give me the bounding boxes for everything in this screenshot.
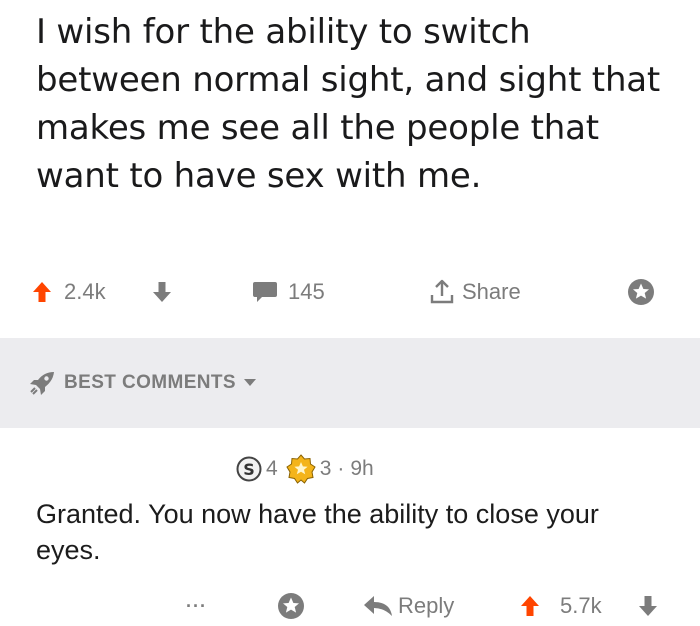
more-options-button[interactable]: ···: [186, 586, 207, 626]
comment-action-bar: ··· Reply 5.7k: [0, 586, 700, 626]
comment-count: 145: [288, 279, 325, 304]
arrow-up-icon: [33, 282, 51, 302]
silver-award: S: [236, 456, 262, 482]
reply-arrow-icon: [364, 596, 392, 616]
comment-card: S 4 3 · 9h Granted. You now have the abi…: [0, 428, 700, 625]
gold-award-count: 3: [319, 457, 332, 480]
comment-upvote-button[interactable]: [520, 586, 540, 626]
save-icon: [278, 593, 304, 619]
comments-button[interactable]: 145: [252, 272, 325, 312]
sort-dropdown[interactable]: BEST COMMENTS: [28, 366, 256, 400]
downvote-button[interactable]: [152, 272, 172, 312]
post-title: I wish for the ability to switch between…: [36, 12, 661, 196]
share-button[interactable]: Share: [428, 272, 521, 312]
post-score: 2.4k: [64, 279, 106, 304]
upvote-button[interactable]: [32, 272, 52, 312]
post-card: I wish for the ability to switch between…: [0, 0, 700, 338]
save-icon: [628, 279, 654, 305]
comment-meta: S 4 3 · 9h: [236, 454, 374, 484]
arrow-down-icon: [153, 282, 171, 302]
save-button[interactable]: [626, 272, 656, 312]
svg-text:S: S: [243, 460, 255, 479]
silver-award-count: 4: [266, 457, 278, 480]
meta-separator: ·: [337, 457, 345, 480]
comment-bubble-icon: [253, 282, 277, 302]
sort-label: BEST COMMENTS: [64, 372, 236, 393]
share-icon: [430, 279, 454, 304]
comment-age: 9h: [350, 457, 374, 480]
chevron-down-icon: [243, 379, 256, 386]
arrow-up-icon: [521, 596, 539, 616]
post-action-bar: 2.4k 145 Share: [0, 272, 700, 312]
comment-downvote-button[interactable]: [638, 586, 658, 626]
reply-button[interactable]: Reply: [362, 586, 454, 626]
comment-score: 5.7k: [560, 593, 602, 618]
comment-save-button[interactable]: [276, 586, 306, 626]
arrow-down-icon: [639, 596, 657, 616]
reply-label: Reply: [398, 593, 455, 618]
comment-text: Granted. You now have the ability to clo…: [36, 499, 599, 565]
gold-award-icon: [286, 454, 316, 484]
rocket-icon: [30, 372, 54, 395]
gold-award: [286, 454, 316, 484]
comments-sort-bar: BEST COMMENTS: [0, 338, 700, 428]
share-label: Share: [462, 279, 521, 304]
silver-award-icon: S: [236, 456, 262, 482]
